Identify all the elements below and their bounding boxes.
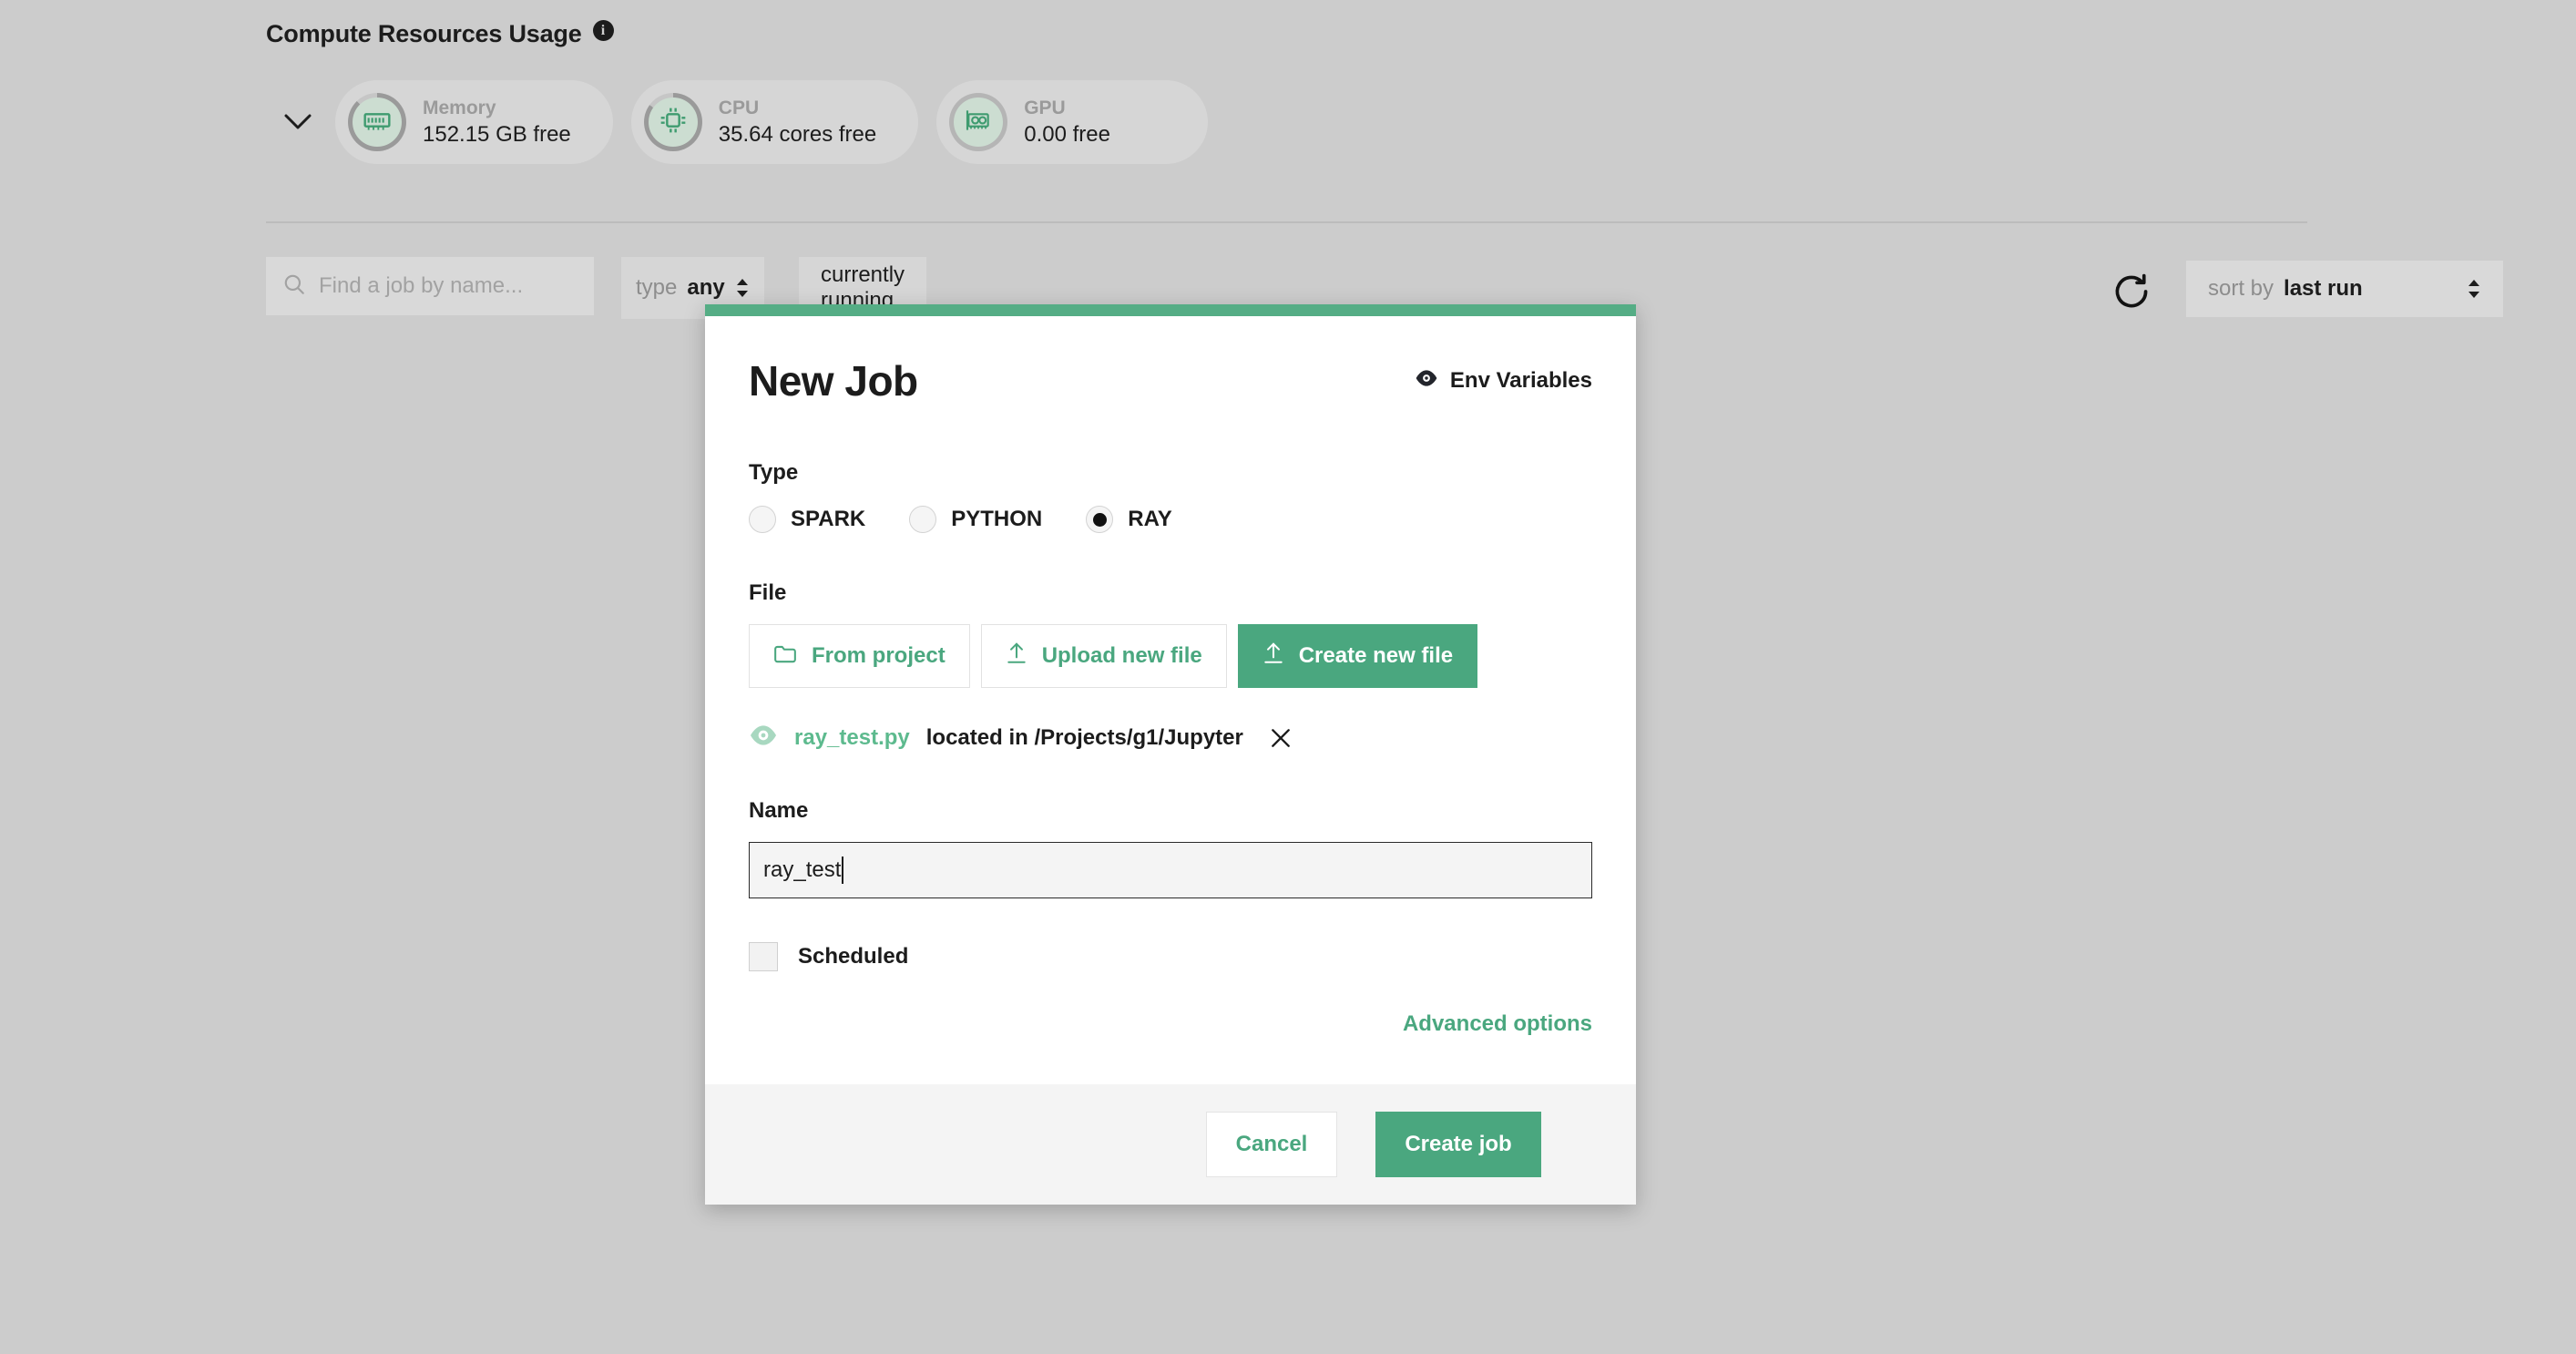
- type-radio-group: SPARK PYTHON RAY: [749, 506, 1592, 533]
- gpu-usage-ring: [949, 93, 1008, 151]
- radio-circle-icon[interactable]: [1086, 506, 1114, 533]
- resource-chip-gpu[interactable]: GPU 0.00 free: [936, 80, 1209, 164]
- selected-file-name[interactable]: ray_test.py: [794, 725, 910, 751]
- dialog-footer: Cancel Create job: [705, 1084, 1636, 1205]
- chevron-updown-icon: [2467, 279, 2481, 299]
- create-new-file-button[interactable]: Create new file: [1237, 624, 1478, 688]
- resource-chip-memory[interactable]: Memory 152.15 GB free: [335, 80, 613, 164]
- name-input[interactable]: ray_test: [749, 842, 1592, 898]
- search-placeholder: Find a job by name...: [319, 273, 524, 298]
- chevron-down-icon[interactable]: [282, 107, 313, 138]
- selected-file-path: located in /Projects/g1/Jupyter: [925, 724, 1243, 750]
- eye-icon[interactable]: [749, 724, 778, 751]
- cpu-chip-icon: [659, 106, 688, 139]
- page-title: Compute Resources Usage: [266, 20, 582, 47]
- create-job-label: Create job: [1405, 1132, 1512, 1156]
- radio-circle-icon[interactable]: [749, 506, 776, 533]
- search-input[interactable]: Find a job by name...: [266, 257, 594, 315]
- jobs-page: Compute Resources Usage i Memory 152.15 …: [0, 0, 2576, 1354]
- type-field-label: Type: [749, 460, 799, 485]
- folder-icon: [773, 642, 797, 671]
- gpu-card-icon: [964, 106, 993, 139]
- radio-option-ray[interactable]: RAY: [1086, 506, 1172, 533]
- resource-chip-cpu[interactable]: CPU 35.64 cores free: [630, 80, 919, 164]
- info-icon[interactable]: i: [592, 20, 614, 41]
- create-job-button[interactable]: Create job: [1375, 1112, 1541, 1177]
- resource-label: Memory: [423, 97, 496, 118]
- cancel-label: Cancel: [1235, 1132, 1308, 1156]
- name-input-value: ray_test: [763, 857, 842, 882]
- advanced-options-row: Advanced options: [749, 1011, 1592, 1037]
- compute-resources-row: Memory 152.15 GB free CPU 35.64 cores fr…: [282, 80, 1209, 164]
- file-field-group: File From project Upload new file Create…: [749, 580, 1592, 751]
- divider: [266, 221, 2307, 223]
- sort-by-label: sort by: [2208, 276, 2274, 301]
- dialog-title: New Job: [749, 357, 918, 405]
- name-field-label: Name: [749, 798, 809, 823]
- resource-value: 35.64 cores free: [718, 121, 877, 147]
- from-project-label: From project: [812, 643, 946, 668]
- close-icon[interactable]: [1269, 726, 1293, 750]
- new-job-dialog: New Job Env Variables Type SPARK PYTHON …: [705, 304, 1636, 1205]
- radio-label: RAY: [1128, 507, 1172, 531]
- refresh-icon[interactable]: [2111, 272, 2152, 312]
- type-field-group: Type SPARK PYTHON RAY: [749, 460, 1592, 533]
- radio-label: SPARK: [791, 507, 866, 531]
- create-new-file-label: Create new file: [1298, 643, 1454, 668]
- cancel-button[interactable]: Cancel: [1206, 1112, 1337, 1177]
- radio-label: PYTHON: [951, 507, 1043, 531]
- type-filter-value: any: [687, 275, 725, 300]
- resource-label: GPU: [1024, 97, 1066, 118]
- upload-icon: [1262, 641, 1284, 672]
- scheduled-label: Scheduled: [798, 944, 909, 969]
- upload-icon: [1006, 641, 1027, 672]
- radio-circle-icon[interactable]: [909, 506, 937, 533]
- resource-value: 152.15 GB free: [423, 121, 571, 147]
- env-variables-label: Env Variables: [1449, 368, 1592, 393]
- memory-stick-icon: [363, 106, 392, 139]
- radio-option-spark[interactable]: SPARK: [749, 506, 865, 533]
- selected-file-row: ray_test.py located in /Projects/g1/Jupy…: [749, 724, 1592, 751]
- cpu-usage-ring: [643, 93, 702, 151]
- file-field-label: File: [749, 580, 787, 605]
- search-icon: [282, 272, 306, 301]
- scheduled-checkbox[interactable]: [749, 942, 778, 971]
- advanced-options-link[interactable]: Advanced options: [1403, 1011, 1592, 1037]
- env-variables-button[interactable]: Env Variables: [1415, 368, 1592, 394]
- dialog-header: New Job Env Variables: [749, 316, 1592, 405]
- text-caret: [842, 857, 844, 884]
- name-field-group: Name ray_test: [749, 798, 1592, 898]
- radio-option-python[interactable]: PYTHON: [909, 506, 1042, 533]
- upload-new-file-button[interactable]: Upload new file: [980, 624, 1227, 688]
- from-project-button[interactable]: From project: [749, 624, 970, 688]
- compute-resources-header: Compute Resources Usage i: [266, 20, 614, 48]
- type-filter-label: type: [636, 275, 678, 300]
- sort-by-value: last run: [2284, 276, 2363, 301]
- file-source-buttons: From project Upload new file Create new …: [749, 624, 1592, 688]
- memory-usage-ring: [348, 93, 406, 151]
- eye-icon: [1415, 368, 1438, 394]
- dialog-accent-bar: [705, 304, 1636, 316]
- resource-value: 0.00 free: [1024, 121, 1110, 147]
- sort-by-select[interactable]: sort by last run: [2186, 261, 2503, 317]
- upload-new-file-label: Upload new file: [1041, 643, 1202, 668]
- chevron-updown-icon: [735, 278, 750, 298]
- resource-label: CPU: [718, 97, 760, 118]
- scheduled-checkbox-row[interactable]: Scheduled: [749, 942, 1592, 971]
